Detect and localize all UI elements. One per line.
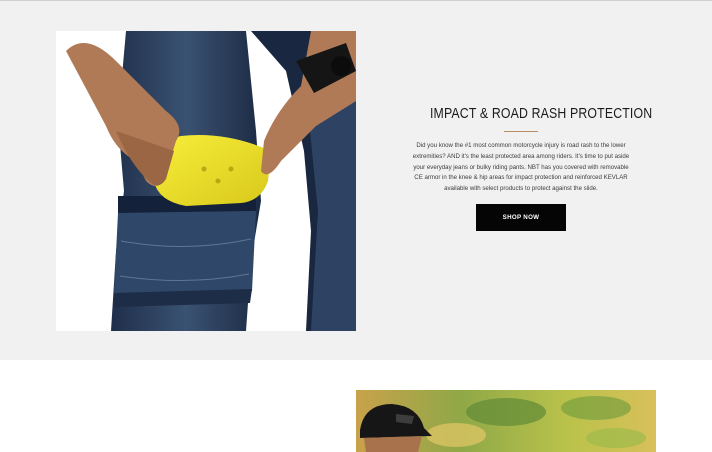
- feature-copy: IMPACT & ROAD RASH PROTECTION Did you kn…: [410, 101, 653, 231]
- shop-now-button[interactable]: SHOP NOW: [476, 203, 566, 231]
- title-divider: [504, 131, 538, 132]
- impact-protection-section: IMPACT & ROAD RASH PROTECTION Did you kn…: [0, 1, 712, 360]
- rider-lifestyle-image: [356, 390, 656, 452]
- knee-armor-illustration: [56, 31, 356, 331]
- knee-armor-product-image: [56, 31, 356, 331]
- section-title: IMPACT & ROAD RASH PROTECTION: [429, 105, 653, 122]
- section-description: Did you know the #1 most common motorcyc…: [412, 142, 630, 193]
- rider-illustration: [356, 390, 656, 452]
